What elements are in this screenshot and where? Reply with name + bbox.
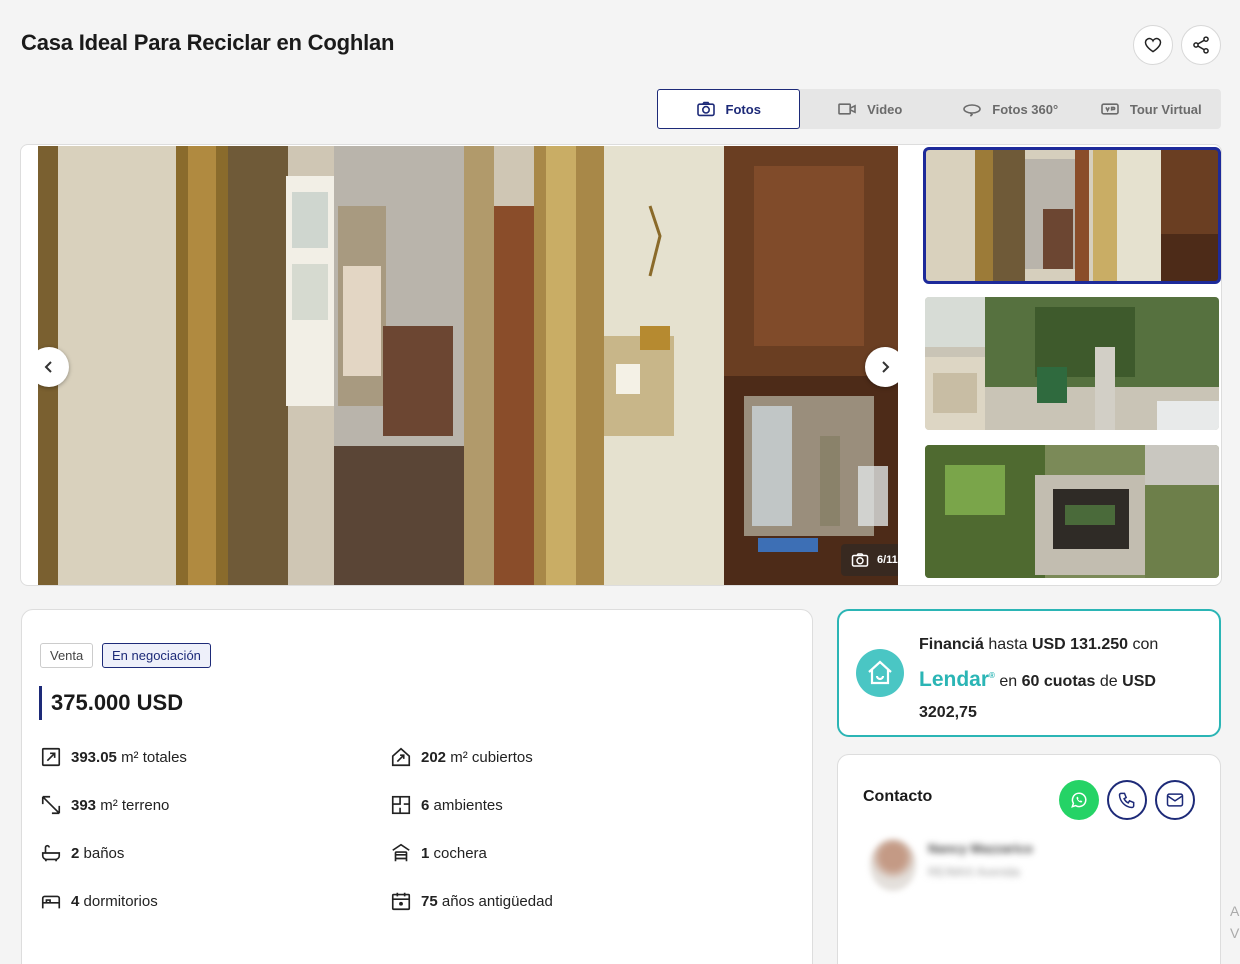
feature-value: 75 (421, 892, 438, 910)
edge-text-line: V (1230, 925, 1240, 941)
thumbnail-1[interactable] (923, 147, 1221, 284)
whatsapp-button[interactable] (1059, 780, 1099, 820)
chevron-left-icon (44, 361, 52, 373)
camera-icon (851, 553, 869, 567)
tab-tour-virtual-label: Tour Virtual (1129, 101, 1202, 117)
property-info-card: Venta En negociación 375.000 USD 393.05 … (21, 609, 813, 964)
mail-icon (1166, 793, 1184, 807)
photo-counter: 6/11 (841, 544, 898, 576)
feature-value: 202 (421, 748, 447, 766)
feature-age: 75 años antigüedad (390, 890, 553, 912)
vr-icon (1101, 103, 1119, 115)
rooms-icon (391, 795, 411, 815)
share-icon (1193, 36, 1209, 54)
financing-lead: Financiá (919, 636, 984, 653)
financing-card[interactable]: Financiá hasta USD 131.250 con Lendar® e… (837, 609, 1221, 737)
land-icon (41, 795, 61, 815)
house-icon (868, 660, 892, 685)
status-badge: En negociación (102, 643, 211, 668)
financing-amount: USD 131.250 (1031, 636, 1129, 653)
feature-value: 6 (421, 796, 430, 814)
tab-video-label: Video (867, 101, 903, 117)
feature-value: 4 (71, 892, 80, 910)
lendar-brand-text: Lendar (919, 668, 990, 691)
email-button[interactable] (1155, 780, 1195, 820)
feature-value: 1 (421, 844, 430, 862)
total-area-icon (41, 747, 61, 767)
feature-total-area: 393.05 m² totales (40, 746, 187, 768)
tab-fotos-label: Fotos (725, 101, 761, 117)
contact-title: Contacto (863, 788, 933, 805)
edge-text-line: A (1230, 903, 1240, 919)
lendar-brand-mark: ® (989, 671, 995, 680)
thumbnail-3[interactable] (925, 445, 1219, 578)
thumbnail-2[interactable] (925, 297, 1219, 430)
feature-covered-area: 202 m² cubiertos (390, 746, 533, 768)
main-photo[interactable]: 6/11 (38, 146, 898, 585)
operation-badge: Venta (40, 643, 94, 668)
feature-label: años antigüedad (441, 892, 553, 910)
next-photo-button[interactable] (865, 347, 898, 387)
feature-label: ambientes (433, 796, 503, 814)
favorite-button[interactable] (1133, 25, 1173, 65)
360-icon (963, 104, 982, 117)
whatsapp-icon (1071, 792, 1087, 808)
video-icon (838, 103, 856, 115)
photo-counter-text: 6/11 (877, 554, 898, 566)
financing-de: de (1099, 673, 1118, 690)
call-button[interactable] (1107, 780, 1147, 820)
agent-agency: RE/MAX Avenida (928, 865, 1020, 879)
feature-value: 393 (71, 796, 97, 814)
financing-installments: 60 cuotas (1021, 673, 1096, 690)
edge-text: A V (1230, 900, 1239, 944)
calendar-icon (391, 892, 411, 911)
financing-hasta: hasta (988, 636, 1028, 653)
feature-label: m² cubiertos (450, 748, 533, 766)
tab-fotos-360-label: Fotos 360° (992, 101, 1059, 117)
financing-installment-value: 3202,75 (919, 704, 977, 721)
feature-value: 2 (71, 844, 80, 862)
share-button[interactable] (1181, 25, 1221, 65)
media-tabs: Fotos Video Fotos 360° Tour Virtual (657, 89, 1221, 129)
feature-label: dormitorios (83, 892, 158, 910)
tab-fotos-360[interactable]: Fotos 360° (940, 89, 1081, 129)
lendar-brand: Lendar® (919, 668, 995, 691)
photo-gallery: 6/11 (20, 144, 1222, 586)
phone-icon (1118, 792, 1135, 809)
contact-card: Contacto Nancy Mazzarico RE/MAX Avenida (837, 754, 1221, 964)
financing-currency: USD (1122, 673, 1156, 690)
heart-icon (1144, 37, 1162, 53)
avatar (870, 839, 916, 891)
page-title: Casa Ideal Para Reciclar en Coghlan (21, 30, 395, 55)
feature-bedrooms: 4 dormitorios (40, 890, 158, 912)
financing-en: en (999, 673, 1018, 690)
chevron-right-icon (882, 361, 890, 373)
price: 375.000 USD (39, 686, 183, 720)
feature-label: baños (83, 844, 125, 862)
lendar-logo (856, 649, 904, 697)
bed-icon (41, 895, 61, 909)
covered-area-icon (391, 747, 411, 767)
tab-fotos[interactable]: Fotos (657, 89, 800, 129)
feature-garage: 1 cochera (390, 842, 487, 864)
feature-rooms: 6 ambientes (390, 794, 503, 816)
feature-land: 393 m² terreno (40, 794, 169, 816)
camera-icon (696, 101, 715, 117)
bathtub-icon (41, 844, 61, 862)
feature-bathrooms: 2 baños (40, 842, 124, 864)
feature-label: m² terreno (100, 796, 170, 814)
feature-label: cochera (433, 844, 487, 862)
garage-icon (392, 843, 410, 862)
tab-video[interactable]: Video (800, 89, 941, 129)
financing-con: con (1132, 636, 1159, 653)
feature-label: m² totales (121, 748, 187, 766)
financing-text: Financiá hasta USD 131.250 con Lendar® e… (919, 629, 1209, 728)
feature-value: 393.05 (71, 748, 117, 766)
agent-name: Nancy Mazzarico (928, 841, 1033, 856)
tab-tour-virtual[interactable]: Tour Virtual (1081, 89, 1222, 129)
